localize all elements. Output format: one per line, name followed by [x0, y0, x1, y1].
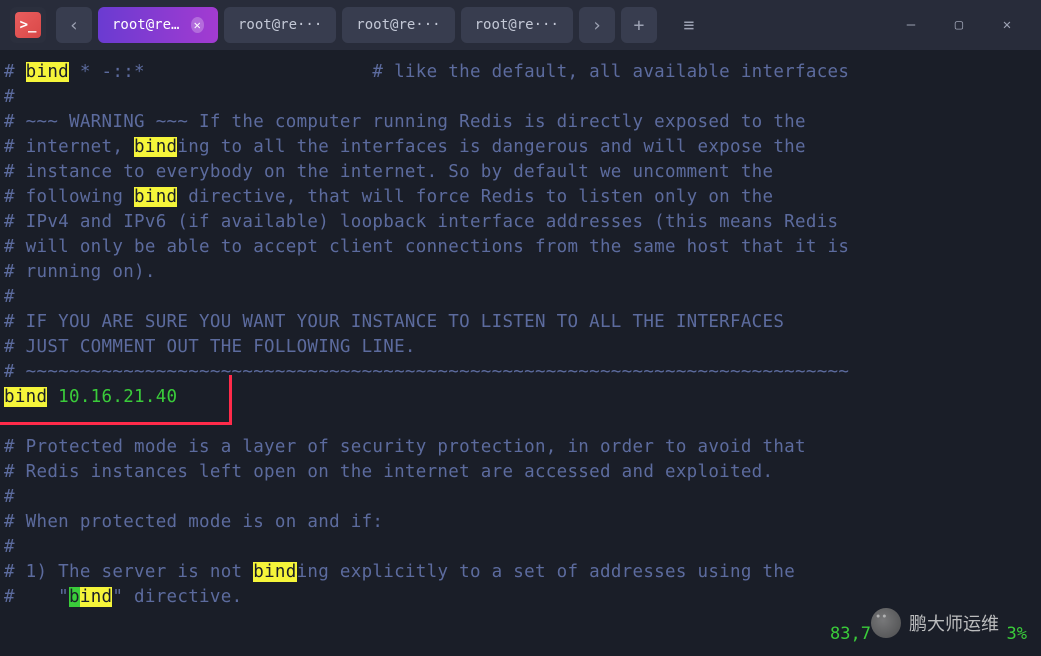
tab-0[interactable]: root@re··· ✕ [98, 7, 218, 43]
close-button[interactable]: ✕ [983, 7, 1031, 43]
cursor-position: 83,7 [830, 624, 871, 644]
terminal-icon: >_ [15, 12, 41, 38]
close-icon[interactable]: ✕ [191, 17, 204, 33]
watermark-text: 鹏大师运维 [909, 610, 999, 636]
terminal-line: # instance to everybody on the internet.… [4, 160, 1037, 185]
scroll-percent: 3% [1007, 624, 1027, 644]
tab-label: root@re··· [475, 17, 559, 33]
nav-forward-button[interactable]: › [579, 7, 615, 43]
watermark: 鹏大师运维 [871, 608, 999, 638]
terminal-line: # 1) The server is not binding explicitl… [4, 560, 1037, 585]
minimize-button[interactable]: — [887, 7, 935, 43]
tab-2[interactable]: root@re··· [342, 7, 454, 43]
nav-back-button[interactable]: ‹ [56, 7, 92, 43]
terminal-line: # following bind directive, that will fo… [4, 185, 1037, 210]
terminal-line: # will only be able to accept client con… [4, 235, 1037, 260]
tab-1[interactable]: root@re··· [224, 7, 336, 43]
terminal-line: # [4, 535, 1037, 560]
tab-label: root@re··· [112, 17, 183, 33]
terminal-line: # "bind" directive. [4, 585, 1037, 610]
tabs-container: root@re···✕root@re···root@re···root@re··… [98, 7, 573, 43]
new-tab-button[interactable]: + [621, 7, 657, 43]
tab-3[interactable]: root@re··· [461, 7, 573, 43]
terminal-content[interactable]: # bind * -::* # like the default, all av… [0, 50, 1041, 620]
terminal-line [4, 410, 1037, 435]
terminal-line: # When protected mode is on and if: [4, 510, 1037, 535]
terminal-line: # ~~~ WARNING ~~~ If the computer runnin… [4, 110, 1037, 135]
tab-label: root@re··· [356, 17, 440, 33]
tab-label: root@re··· [238, 17, 322, 33]
window-controls: — ▢ ✕ [887, 7, 1031, 43]
terminal-line: # Protected mode is a layer of security … [4, 435, 1037, 460]
terminal-line: # ~~~~~~~~~~~~~~~~~~~~~~~~~~~~~~~~~~~~~~… [4, 360, 1037, 385]
terminal-line: # [4, 485, 1037, 510]
terminal-line: # running on). [4, 260, 1037, 285]
terminal-line: # IF YOU ARE SURE YOU WANT YOUR INSTANCE… [4, 310, 1037, 335]
terminal-line: # [4, 85, 1037, 110]
app-icon[interactable]: >_ [10, 7, 46, 43]
menu-button[interactable]: ≡ [671, 7, 707, 43]
terminal-line: # bind * -::* # like the default, all av… [4, 60, 1037, 85]
terminal-line: # IPv4 and IPv6 (if available) loopback … [4, 210, 1037, 235]
terminal-line: # internet, binding to all the interface… [4, 135, 1037, 160]
maximize-button[interactable]: ▢ [935, 7, 983, 43]
wechat-icon [871, 608, 901, 638]
terminal-line: # Redis instances left open on the inter… [4, 460, 1037, 485]
terminal-line: bind 10.16.21.40 [4, 385, 1037, 410]
titlebar: >_ ‹ root@re···✕root@re···root@re···root… [0, 0, 1041, 50]
terminal-line: # [4, 285, 1037, 310]
terminal-line: # JUST COMMENT OUT THE FOLLOWING LINE. [4, 335, 1037, 360]
